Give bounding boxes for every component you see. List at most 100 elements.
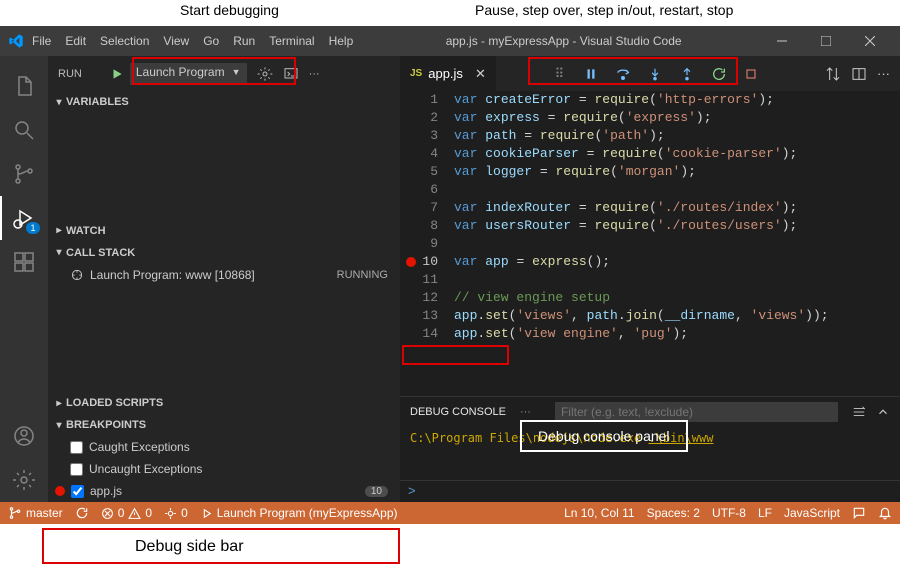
status-language[interactable]: JavaScript: [784, 506, 840, 520]
gutter-line[interactable]: 6: [400, 181, 438, 199]
status-launch[interactable]: Launch Program (myExpressApp): [200, 506, 398, 520]
status-eol[interactable]: LF: [758, 506, 772, 520]
split-editor-icon[interactable]: [851, 66, 867, 82]
window-minimize[interactable]: [760, 26, 804, 56]
window-close[interactable]: [848, 26, 892, 56]
annotation-start-debugging: Start debugging: [180, 2, 279, 18]
menu-view[interactable]: View: [163, 34, 189, 48]
code-line[interactable]: var createError = require('http-errors')…: [454, 91, 900, 109]
activity-source-control[interactable]: [0, 152, 48, 196]
menu-edit[interactable]: Edit: [65, 34, 86, 48]
section-loaded-scripts[interactable]: ▸LOADED SCRIPTS: [48, 392, 400, 414]
sidebar-header: RUN Launch Program ▼ ···: [48, 56, 400, 91]
pause-button[interactable]: [579, 62, 603, 86]
menu-file[interactable]: File: [32, 34, 51, 48]
code-line[interactable]: var express = require('express');: [454, 109, 900, 127]
status-sync[interactable]: [75, 506, 89, 520]
code-editor[interactable]: 1234567891011121314 var createError = re…: [400, 91, 900, 396]
code-line[interactable]: var usersRouter = require('./routes/user…: [454, 217, 900, 235]
breakpoint-dot-icon[interactable]: [406, 257, 416, 267]
step-out-button[interactable]: [675, 62, 699, 86]
gutter-line[interactable]: 14: [400, 325, 438, 343]
step-into-button[interactable]: [643, 62, 667, 86]
tab-appjs[interactable]: JS app.js ✕: [400, 56, 496, 91]
callstack-item[interactable]: Launch Program: www [10868] RUNNING: [48, 264, 400, 286]
status-feedback-icon[interactable]: [852, 506, 866, 520]
activity-run-debug[interactable]: 1: [0, 196, 48, 240]
section-callstack[interactable]: ▾CALL STACK: [48, 242, 400, 264]
panel-tab-debug-console[interactable]: DEBUG CONSOLE: [410, 406, 506, 418]
gutter-line[interactable]: 8: [400, 217, 438, 235]
section-variables[interactable]: ▾VARIABLES: [48, 91, 400, 113]
gutter-line[interactable]: 12: [400, 289, 438, 307]
code-line[interactable]: var path = require('path');: [454, 127, 900, 145]
menu-go[interactable]: Go: [203, 34, 219, 48]
step-over-button[interactable]: [611, 62, 635, 86]
activity-search[interactable]: [0, 108, 48, 152]
activity-settings[interactable]: [0, 458, 48, 502]
status-port[interactable]: 0: [164, 506, 188, 520]
annotation-debug-console: Debug console panel: [520, 420, 688, 452]
breakpoint-file[interactable]: app.js10: [48, 480, 400, 502]
checkbox-appjs[interactable]: [71, 485, 84, 498]
code-line[interactable]: // view engine setup: [454, 289, 900, 307]
status-problems[interactable]: 0 0: [101, 506, 152, 520]
breakpoint-uncaught-exceptions[interactable]: Uncaught Exceptions: [48, 458, 400, 480]
code-line[interactable]: [454, 181, 900, 199]
section-watch[interactable]: ▸WATCH: [48, 220, 400, 242]
menu-run[interactable]: Run: [233, 34, 255, 48]
gutter-line[interactable]: 11: [400, 271, 438, 289]
status-indent[interactable]: Spaces: 2: [647, 506, 700, 520]
code-line[interactable]: app.set('view engine', 'pug');: [454, 325, 900, 343]
gutter-line[interactable]: 4: [400, 145, 438, 163]
compare-icon[interactable]: [825, 66, 841, 82]
gutter-line[interactable]: 1: [400, 91, 438, 109]
panel-collapse-icon[interactable]: [876, 405, 890, 419]
gutter-line[interactable]: 7: [400, 199, 438, 217]
window-maximize[interactable]: [804, 26, 848, 56]
more-icon[interactable]: ···: [309, 68, 320, 80]
debug-console-input[interactable]: >: [400, 480, 900, 502]
gear-icon[interactable]: [257, 66, 273, 82]
status-position[interactable]: Ln 10, Col 11: [564, 506, 635, 520]
status-branch[interactable]: master: [8, 506, 63, 520]
clear-console-icon[interactable]: [852, 405, 866, 419]
gutter-line[interactable]: 2: [400, 109, 438, 127]
gutter-line[interactable]: 5: [400, 163, 438, 181]
breakpoint-line: 10: [365, 486, 388, 497]
activity-extensions[interactable]: [0, 240, 48, 284]
more-icon[interactable]: ···: [877, 66, 890, 81]
menu-help[interactable]: Help: [329, 34, 354, 48]
code-line[interactable]: app.set('views', path.join(__dirname, 'v…: [454, 307, 900, 325]
debug-console-filter[interactable]: [555, 402, 838, 422]
close-icon[interactable]: ✕: [475, 66, 486, 82]
code-line[interactable]: var logger = require('morgan');: [454, 163, 900, 181]
start-debug-icon[interactable]: [110, 67, 124, 81]
status-bell-icon[interactable]: [878, 506, 892, 520]
status-encoding[interactable]: UTF-8: [712, 506, 746, 520]
activity-explorer[interactable]: [0, 64, 48, 108]
checkbox-caught[interactable]: [70, 441, 83, 454]
gutter-line[interactable]: 9: [400, 235, 438, 253]
gutter-line[interactable]: 3: [400, 127, 438, 145]
checkbox-uncaught[interactable]: [70, 463, 83, 476]
code-line[interactable]: var app = express();: [454, 253, 900, 271]
gutter-line[interactable]: 10: [400, 253, 438, 271]
chevron-down-icon: ▼: [232, 67, 241, 77]
activity-accounts[interactable]: [0, 414, 48, 458]
code-line[interactable]: var cookieParser = require('cookie-parse…: [454, 145, 900, 163]
gutter-line[interactable]: 13: [400, 307, 438, 325]
code-line[interactable]: var indexRouter = require('./routes/inde…: [454, 199, 900, 217]
launch-config-select[interactable]: Launch Program ▼: [130, 63, 247, 85]
code-line[interactable]: [454, 271, 900, 289]
restart-button[interactable]: [707, 62, 731, 86]
menu-terminal[interactable]: Terminal: [269, 34, 314, 48]
panel-more-icon[interactable]: ···: [520, 406, 531, 418]
stop-button[interactable]: [739, 62, 763, 86]
section-breakpoints[interactable]: ▾BREAKPOINTS: [48, 414, 400, 436]
debug-console-icon[interactable]: [283, 66, 299, 82]
grip-icon[interactable]: ⠿: [547, 62, 571, 86]
menu-selection[interactable]: Selection: [100, 34, 149, 48]
breakpoint-caught-exceptions[interactable]: Caught Exceptions: [48, 436, 400, 458]
code-line[interactable]: [454, 235, 900, 253]
